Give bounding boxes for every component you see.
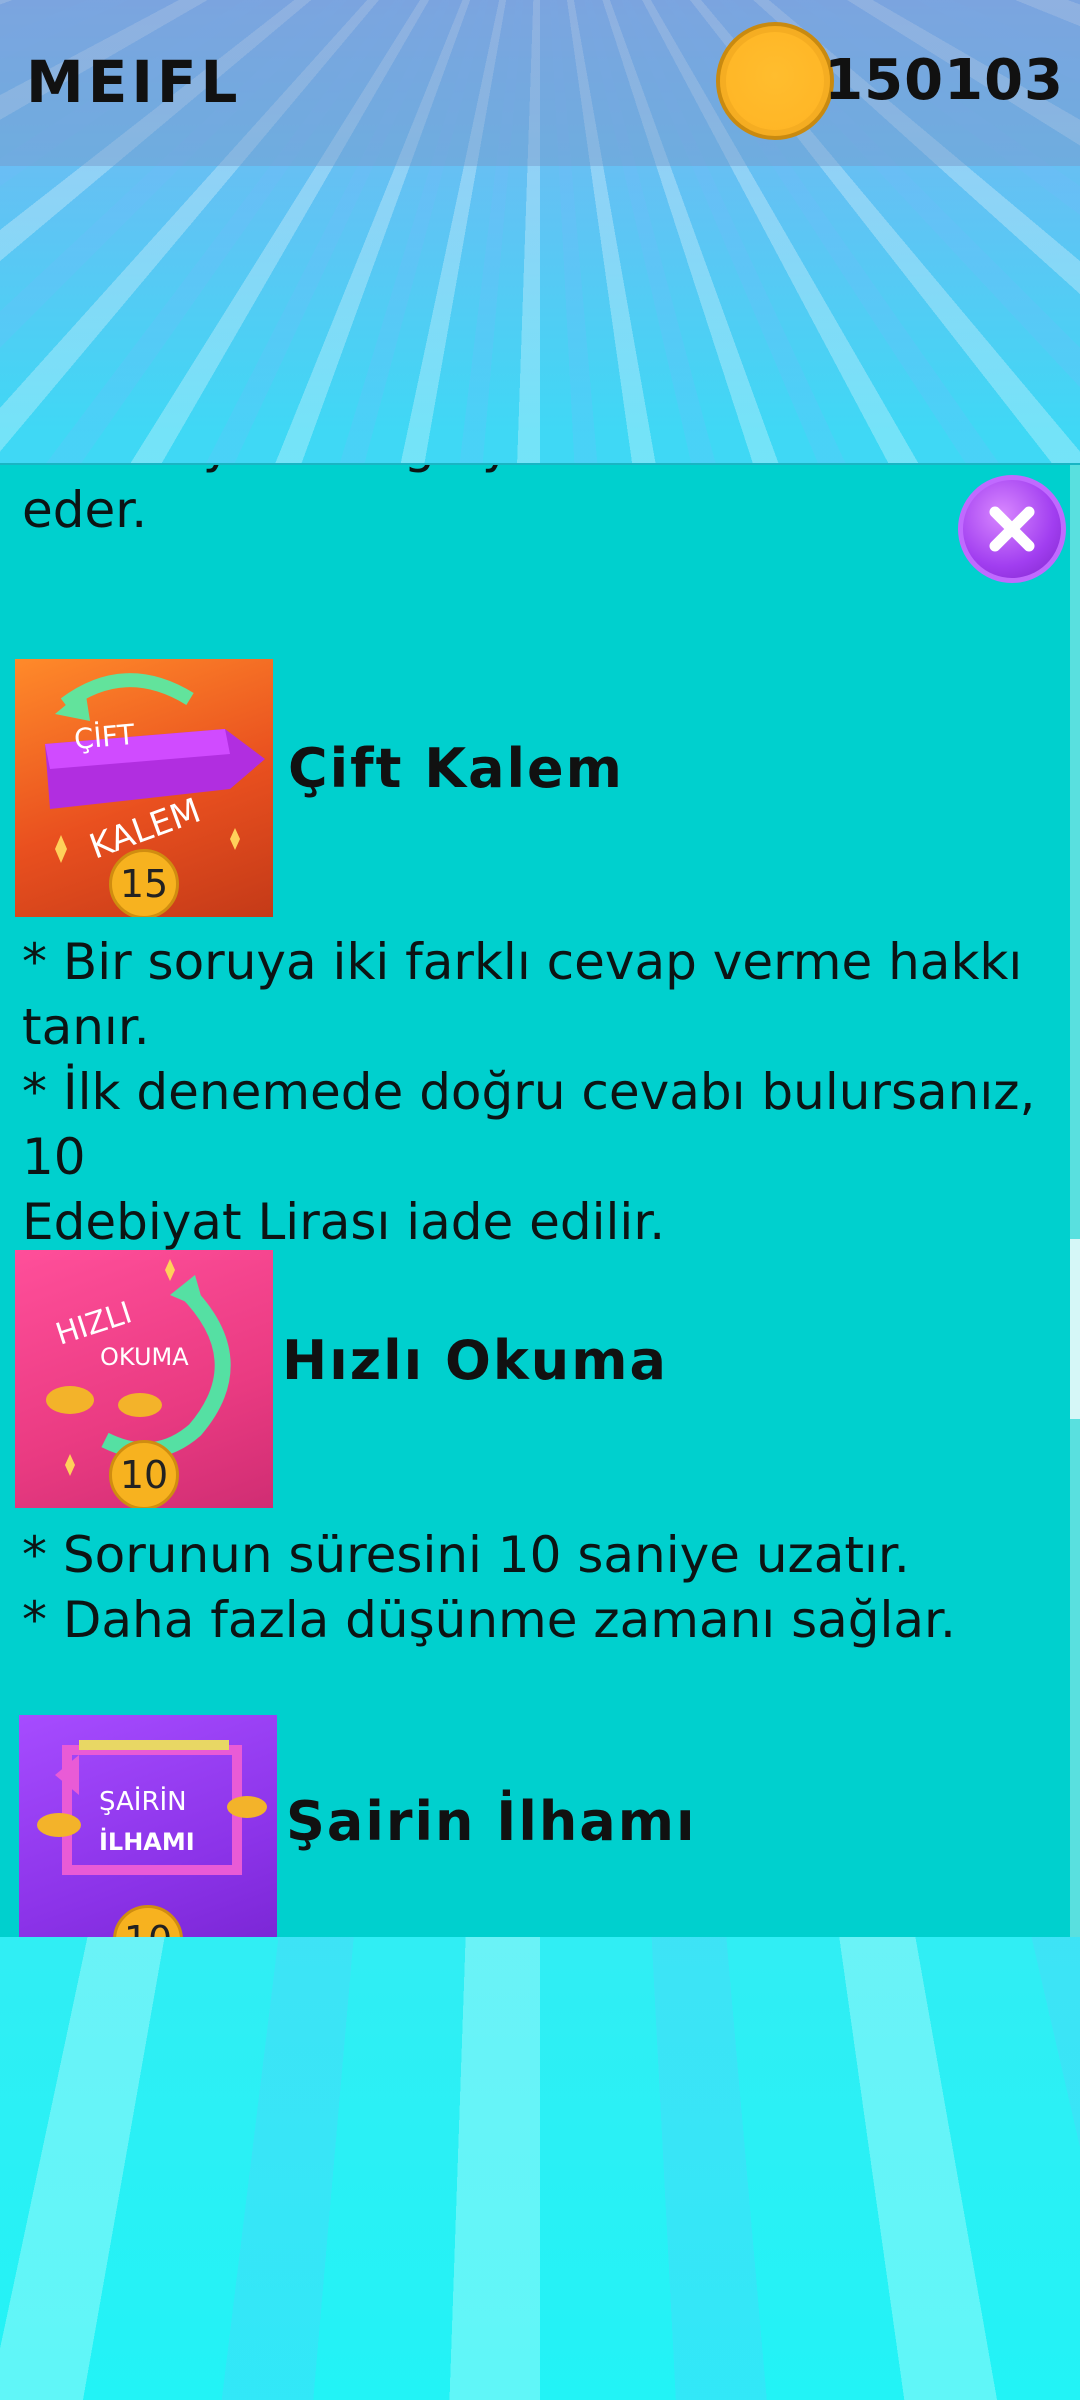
frame-arrows-icon: ŞAİRİN İLHAMI: [37, 1740, 267, 1875]
top-bar: MEIFL 150103: [0, 0, 1080, 166]
item-description-cift-kalem: * Bir soruya iki farklı cevap verme hakk…: [22, 933, 1036, 1251]
item-title-hizli-okuma: Hızlı Okuma: [282, 1329, 668, 1392]
app-title: MEIFL: [26, 48, 242, 116]
coin-icon: [716, 22, 834, 140]
sairin-ilhami-image[interactable]: ŞAİRİN İLHAMI 10: [19, 1715, 277, 1937]
svg-text:İLHAMI: İLHAMI: [99, 1827, 195, 1856]
help-panel[interactable]: * Edebiyatın bilge yazarı size rehber ed…: [0, 463, 1080, 1937]
svg-text:ÇİFT: ÇİFT: [73, 718, 137, 756]
price-badge: 10: [109, 1440, 179, 1508]
close-icon: [989, 506, 1035, 552]
price-badge: 15: [109, 849, 179, 917]
close-button[interactable]: [958, 475, 1066, 583]
hizli-okuma-image[interactable]: HIZLI OKUMA 10: [15, 1250, 273, 1508]
scrollbar-track[interactable]: [1070, 465, 1080, 1937]
svg-text:ŞAİRİN: ŞAİRİN: [99, 1785, 187, 1817]
intro-description: * Edebiyatın bilge yazarı size rehber ed…: [22, 465, 927, 539]
cift-kalem-image[interactable]: ÇİFT KALEM 15: [15, 659, 273, 917]
item-title-cift-kalem: Çift Kalem: [288, 737, 624, 800]
coin-count: 150103: [824, 48, 1064, 113]
item-description-hizli-okuma: * Sorunun süresini 10 saniye uzatır. * D…: [22, 1526, 956, 1649]
svg-text:OKUMA: OKUMA: [100, 1343, 189, 1371]
scrollbar-thumb[interactable]: [1070, 1239, 1080, 1419]
item-title-sairin-ilhami: Şairin İlhamı: [286, 1790, 697, 1853]
